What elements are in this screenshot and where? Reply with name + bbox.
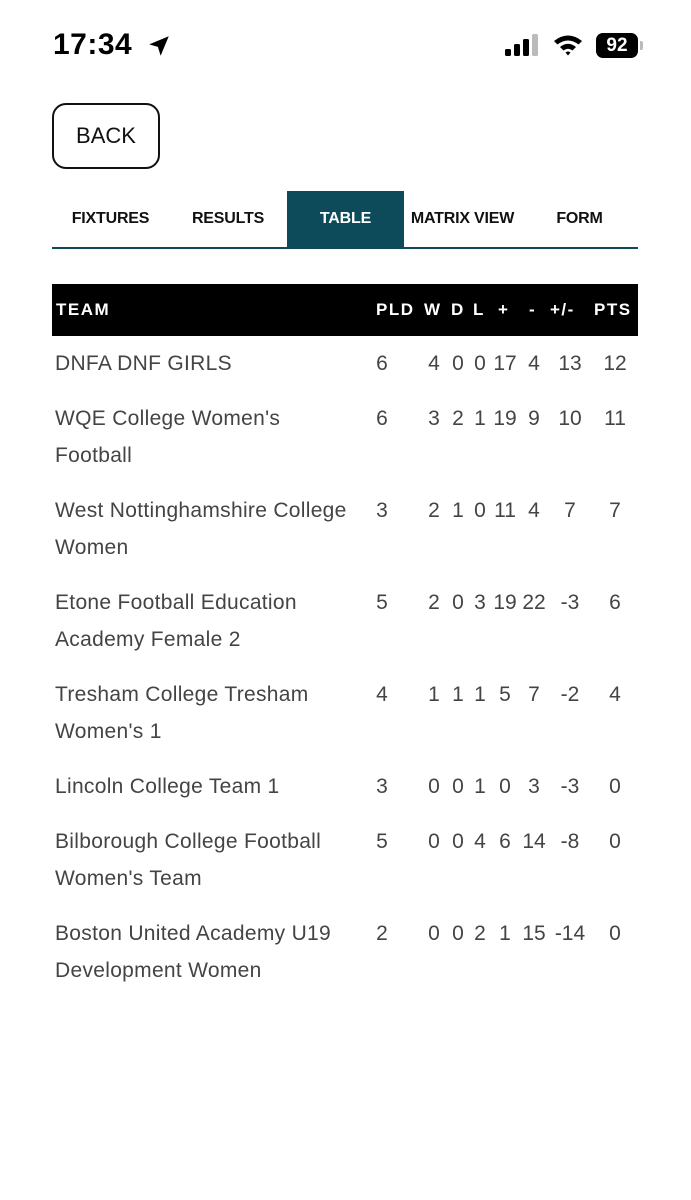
goal-difference: -14 (554, 922, 586, 945)
played: 5 (376, 830, 388, 853)
lost: 0 (474, 499, 486, 522)
points: 0 (609, 922, 621, 945)
goals-for: 19 (493, 407, 517, 430)
team-name: West Nottinghamshire College Women (55, 499, 347, 559)
won: 4 (428, 352, 440, 375)
goal-difference: 7 (564, 499, 576, 522)
goals-against: 3 (528, 775, 540, 798)
played: 5 (376, 591, 388, 614)
goal-difference: 13 (558, 352, 582, 375)
lost: 1 (474, 407, 486, 430)
header-pts: PTS (594, 300, 632, 319)
team-name: Etone Football Education Academy Female … (55, 591, 297, 651)
goals-for: 6 (499, 830, 511, 853)
goals-against: 4 (528, 352, 540, 375)
points: 7 (609, 499, 621, 522)
header-goals-for: + (498, 300, 510, 319)
header-goal-difference: +/- (550, 300, 575, 319)
header-d: D (451, 300, 465, 319)
goals-for: 17 (493, 352, 517, 375)
status-time: 17:34 (53, 28, 133, 61)
drawn: 0 (452, 775, 464, 798)
played: 3 (376, 775, 388, 798)
points: 0 (609, 775, 621, 798)
drawn: 1 (452, 499, 464, 522)
goal-difference: -3 (560, 591, 580, 614)
lost: 2 (474, 922, 486, 945)
goals-for: 19 (493, 591, 517, 614)
location-arrow-icon (149, 36, 169, 56)
points: 11 (604, 407, 626, 430)
goals-for: 5 (499, 683, 511, 706)
drawn: 0 (452, 830, 464, 853)
points: 6 (609, 591, 621, 614)
lost: 3 (474, 591, 486, 614)
goal-difference: -8 (560, 830, 580, 853)
points: 12 (603, 352, 627, 375)
played: 3 (376, 499, 388, 522)
back-button[interactable]: BACK (52, 103, 160, 169)
drawn: 1 (452, 683, 464, 706)
cellular-signal-icon (505, 34, 538, 56)
goals-for: 11 (494, 499, 516, 522)
drawn: 0 (452, 352, 464, 375)
wifi-icon (554, 35, 582, 56)
team-name: Bilborough College Football Women's Team (55, 830, 322, 890)
header-w: W (424, 300, 442, 319)
played: 4 (376, 683, 388, 706)
won: 2 (428, 499, 440, 522)
battery-icon: 92 (596, 33, 638, 58)
points: 0 (609, 830, 621, 853)
points: 4 (609, 683, 621, 706)
team-name: Lincoln College Team 1 (55, 775, 280, 798)
played: 6 (376, 352, 388, 375)
drawn: 2 (452, 407, 464, 430)
battery-tip (640, 41, 643, 50)
team-name: WQE College Women's Football (55, 407, 281, 467)
played: 2 (376, 922, 388, 945)
goals-for: 0 (499, 775, 511, 798)
goals-for: 1 (499, 922, 511, 945)
header-team: TEAM (56, 300, 111, 319)
header-goals-against: - (529, 300, 537, 319)
tab-fixtures[interactable]: FIXTURES (52, 191, 169, 247)
status-bar: 17:34 92 (0, 0, 691, 92)
tab-results[interactable]: RESULTS (169, 191, 287, 247)
goals-against: 22 (522, 591, 546, 614)
tab-table[interactable]: TABLE (287, 191, 404, 247)
team-name: Tresham College Tresham Women's 1 (55, 683, 309, 743)
lost: 0 (474, 352, 486, 375)
goal-difference: -2 (560, 683, 580, 706)
goal-difference: -3 (560, 775, 580, 798)
goals-against: 7 (528, 683, 540, 706)
table-header: TEAM PLD W D L + - +/- PTS (52, 284, 638, 336)
won: 2 (428, 591, 440, 614)
drawn: 0 (452, 922, 464, 945)
lost: 4 (474, 830, 486, 853)
won: 0 (428, 830, 440, 853)
goals-against: 9 (528, 407, 540, 430)
played: 6 (376, 407, 388, 430)
drawn: 0 (452, 591, 464, 614)
header-l: L (473, 300, 485, 319)
lost: 1 (474, 775, 486, 798)
tab-form[interactable]: FORM (521, 191, 638, 247)
won: 1 (428, 683, 440, 706)
header-pld: PLD (376, 300, 415, 319)
won: 0 (428, 922, 440, 945)
goals-against: 14 (522, 830, 546, 853)
team-name: Boston United Academy U19 Development Wo… (55, 922, 331, 982)
team-name: DNFA DNF GIRLS (55, 352, 232, 375)
battery-level: 92 (606, 35, 628, 56)
tab-matrix-view[interactable]: MATRIX VIEW (404, 191, 521, 247)
won: 3 (428, 407, 440, 430)
lost: 1 (474, 683, 486, 706)
goal-difference: 10 (558, 407, 582, 430)
won: 0 (428, 775, 440, 798)
goals-against: 15 (522, 922, 546, 945)
tab-bar: FIXTURES RESULTS TABLE MATRIX VIEW FORM (52, 191, 638, 249)
goals-against: 4 (528, 499, 540, 522)
